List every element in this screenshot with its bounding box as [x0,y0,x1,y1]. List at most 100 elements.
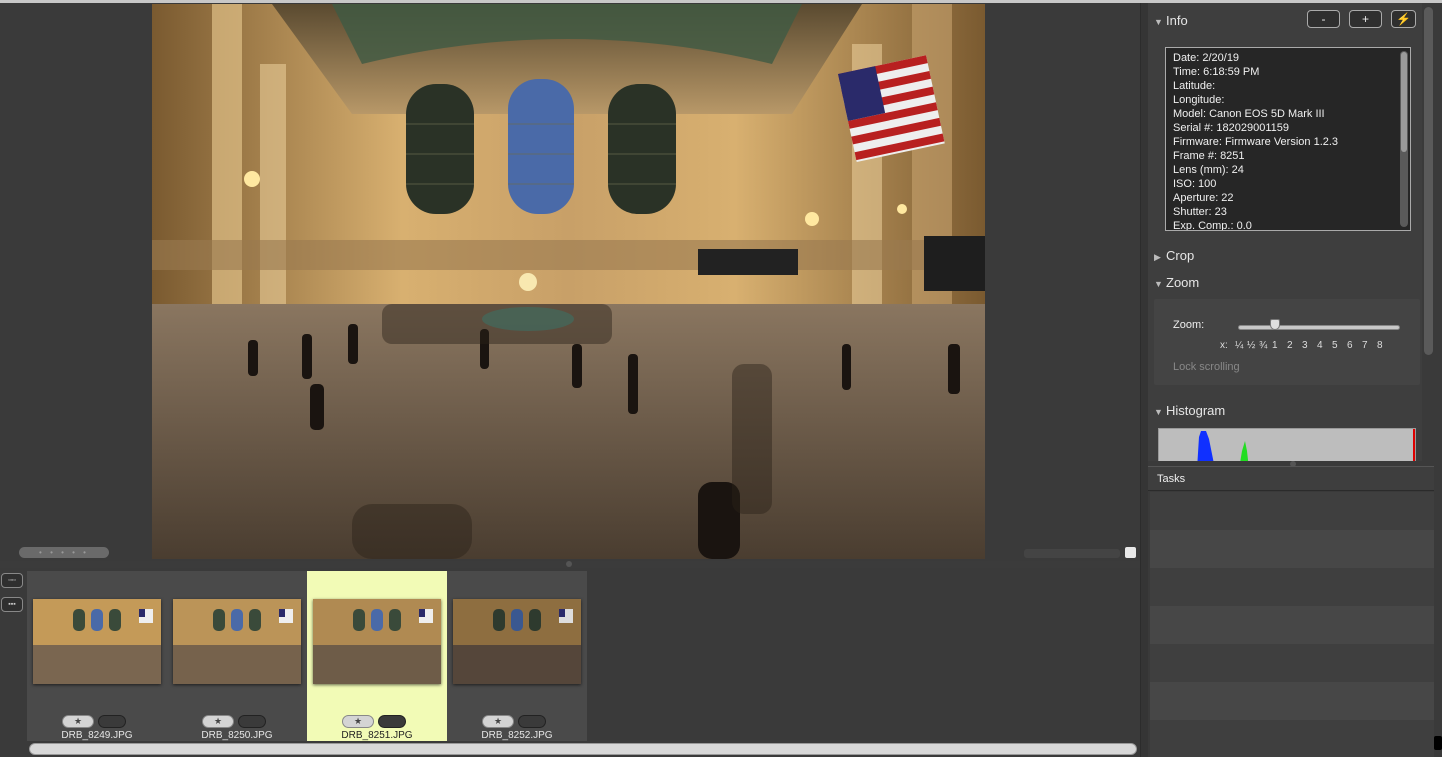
lightning-icon[interactable]: ⚡ [1391,10,1416,28]
tasks-header: Tasks [1148,466,1434,491]
metadata-latitude: Latitude: [1173,80,1216,92]
zoom-tick-label: 4 [1317,340,1323,351]
zoom-controls: Zoom: x: ¼ ½ ¾ 1 2 3 4 5 6 7 8 Lock scrolling [1154,299,1420,385]
zoom-tick-label: 2 [1287,340,1293,351]
histogram-graph [1158,428,1416,461]
info-scrollbar[interactable] [1400,51,1408,227]
zoom-tick-label: 5 [1332,340,1338,351]
window-resize-corner[interactable] [1434,736,1442,750]
metadata-frame: Frame #: 8251 [1173,150,1245,162]
zoom-tick-label: 1 [1272,340,1278,351]
viewer-resize-handle[interactable]: • • • • • [19,547,109,558]
list-view-button[interactable]: ▪▪▪ [1,597,23,612]
histogram-plot [1197,431,1249,461]
thumbnail-cell[interactable]: ★ DRB_8249.JPG [27,571,167,741]
zoom-label: Zoom: [1173,319,1205,331]
info-scroll-thumb[interactable] [1401,52,1407,152]
task-row[interactable] [1150,492,1434,530]
inspector-scroll-thumb[interactable] [1424,7,1433,355]
disclosure-closed-icon: ▶ [1154,252,1161,262]
metadata-longitude: Longitude: [1173,94,1225,106]
grand-central-photo [152,4,985,559]
zoom-tick-label: ½ [1247,340,1256,351]
zoom-section-header[interactable]: ▼ Zoom [1154,275,1199,290]
metadata-serial: Serial #: 182029001159 [1173,122,1290,134]
metadata-shutter: Shutter: 23 [1173,206,1227,218]
photo-browser-window: • • • • • ▫▫▫ ▪▪▪ ★ DRB_8249.JPG ★ DRB_8… [0,0,1442,757]
lock-scrolling-checkbox[interactable]: Lock scrolling [1173,361,1240,373]
viewer-corner-toggle[interactable] [1125,547,1136,558]
disclosure-open-icon: ▼ [1154,17,1163,27]
rating-star-button[interactable]: ★ [62,715,94,728]
metadata-iso: ISO: 100 [1173,178,1217,190]
zoom-tick-label: 3 [1302,340,1308,351]
info-section-title: Info [1166,13,1188,28]
metadata-date: Date: 2/20/19 [1173,52,1240,64]
histogram-blue-channel [1197,431,1214,461]
thumbnail-photo [33,599,161,684]
thumbnail-filename: DRB_8251.JPG [341,730,413,741]
tasks-list[interactable] [1150,492,1434,757]
info-section-header[interactable]: ▼ Info [1154,13,1188,28]
thumbnail-cell-selected[interactable]: ★ DRB_8251.JPG [307,571,447,741]
task-row[interactable] [1150,530,1434,568]
inspector-scrollbar[interactable] [1422,3,1436,461]
task-row[interactable] [1150,568,1434,606]
zoom-in-button[interactable]: + [1349,10,1382,28]
histogram-section-title: Histogram [1166,403,1226,418]
grid-view-button[interactable]: ▫▫▫ [1,573,23,588]
label-button[interactable] [98,715,126,728]
crop-section-title: Crop [1166,248,1195,263]
histogram-section-header[interactable]: ▼ Histogram [1154,403,1225,418]
crop-section-header[interactable]: ▶ Crop [1154,248,1194,263]
task-row[interactable] [1150,682,1434,720]
image-viewer[interactable]: • • • • • [0,3,1140,561]
rating-star-button[interactable]: ★ [342,715,374,728]
thumbnail-cell[interactable]: ★ DRB_8250.JPG [167,571,307,741]
zoom-tick-label: 8 [1377,340,1383,351]
label-button[interactable] [378,715,406,728]
metadata-lines: Date: 2/20/19 Time: 6:18:59 PM Latitude:… [1166,51,1339,231]
metadata-model: Model: Canon EOS 5D Mark III [1173,108,1325,120]
zoom-tick-label: ¾ [1259,340,1268,351]
thumbnail-controls: ★ [62,715,126,729]
thumbnail-filename: DRB_8249.JPG [61,730,133,741]
disclosure-open-icon: ▼ [1154,279,1163,289]
filmstrip-scrollbar[interactable] [29,743,1137,755]
thumbnail-photo [313,599,441,684]
viewer-horizontal-scrollbar[interactable] [1024,549,1120,558]
panel-divider[interactable] [1140,3,1148,757]
metadata-exp-comp: Exp. Comp.: 0.0 [1173,220,1252,231]
zoom-tick-label: x: [1220,340,1228,351]
thumbnail-cell[interactable]: ★ DRB_8252.JPG [447,571,587,741]
info-metadata-box[interactable]: Date: 2/20/19 Time: 6:18:59 PM Latitude:… [1165,47,1411,231]
metadata-lens: Lens (mm): 24 [1173,164,1244,176]
zoom-out-button[interactable]: - [1307,10,1340,28]
thumbnail-filename: DRB_8252.JPG [481,730,553,741]
histogram-red-channel [1413,429,1415,461]
thumbnail-strip: ★ DRB_8249.JPG ★ DRB_8250.JPG ★ DRB_8251… [27,571,587,741]
metadata-firmware: Firmware: Firmware Version 1.2.3 [1173,136,1339,148]
rating-star-button[interactable]: ★ [482,715,514,728]
zoom-tick-label: 6 [1347,340,1353,351]
thumbnail-image[interactable] [173,599,301,684]
rating-star-button[interactable]: ★ [202,715,234,728]
thumbnail-controls: ★ [482,715,546,729]
thumbnail-image[interactable] [453,599,581,684]
main-photo[interactable] [152,4,985,559]
inspector-panel: ▼ Info - + ⚡ Date: 2/20/19 Time: 6:18:59 … [1148,3,1422,461]
viewer-filmstrip-splitter[interactable] [566,561,572,567]
thumbnail-image[interactable] [313,599,441,684]
task-row[interactable] [1150,644,1434,682]
zoom-slider-knob[interactable] [1270,319,1280,330]
zoom-slider-track[interactable] [1238,325,1400,330]
zoom-tick-label: ¼ [1235,340,1244,351]
zoom-tick-label: 7 [1362,340,1368,351]
task-row[interactable] [1150,720,1434,757]
label-button[interactable] [238,715,266,728]
zoom-section-title: Zoom [1166,275,1200,290]
label-button[interactable] [518,715,546,728]
thumbnail-filename: DRB_8250.JPG [201,730,273,741]
task-row[interactable] [1150,606,1434,644]
thumbnail-image[interactable] [33,599,161,684]
